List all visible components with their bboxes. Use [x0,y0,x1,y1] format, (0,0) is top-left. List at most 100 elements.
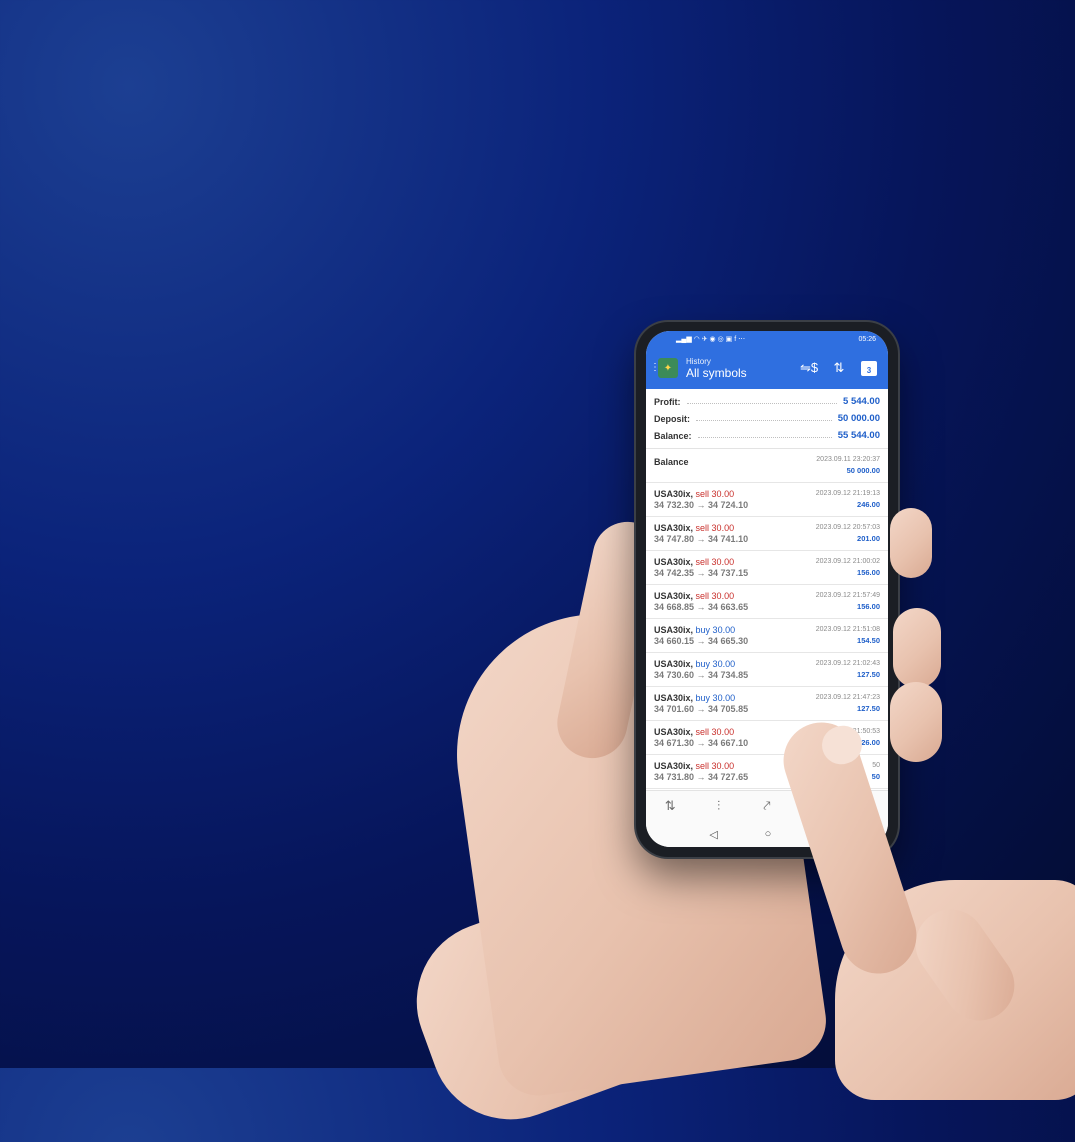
balance-entry-label: Balance [654,456,689,467]
deal-side: buy 30.00 [695,693,736,703]
left-finger-2 [893,608,941,688]
deal-right: 2023.09.12 21:00:02 156.00 [816,551,880,584]
summary-label: Profit: [654,396,681,407]
deal-side: sell 30.00 [695,557,735,567]
deal-profit: 127.50 [857,670,880,679]
deal-symbol-name: USA30ix, [654,523,694,533]
summary-profit: Profit: 5 544.00 [654,393,880,410]
deal-symbol: USA30ix, buy 30.00 [654,693,748,703]
home-icon[interactable]: ○ [765,828,772,840]
deal-side: sell 30.00 [695,489,735,499]
deal-side: sell 30.00 [695,727,735,737]
summary-balance: Balance: 55 544.00 [654,427,880,444]
app-logo-icon: ✦ [658,358,678,378]
deal-prices: 34 730.60 → 34 734.85 [654,670,749,680]
balance-entry-amount: 50 000.00 [846,466,880,475]
history-summary: Profit: 5 544.00 Deposit: 50 000.00 Bala… [646,389,888,449]
scene: ▂▄▆ ◠ ✈ ◉ ◎ ▣ f ⋯ 05:26 ⋮ ✦ History All … [0,0,1075,1142]
deal-prices: 34 731.80 → 34 727.65 [654,772,749,782]
trade-tab[interactable]: ⤤ [752,794,782,818]
deal-symbol: USA30ix, sell 30.00 [654,591,748,601]
deal-symbol-name: USA30ix, [654,489,694,499]
deal-right: 2023.09.12 21:02:43 127.50 [816,653,880,686]
status-icons: ▂▄▆ ◠ ✈ ◉ ◎ ▣ f ⋯ [676,336,746,343]
deal-symbol-name: USA30ix, [654,659,694,669]
app-bar: ⋮ ✦ History All symbols ⇋$ ⇅ 3 [646,347,888,389]
deal-side: buy 30.00 [695,625,736,635]
chart-tab[interactable]: ⫶ [704,794,734,818]
deal-right: 2023.09.12 21:47:23 127.50 [816,687,880,720]
deal-right: 2023.09.12 21:19:13 246.00 [816,483,880,516]
status-bar: ▂▄▆ ◠ ✈ ◉ ◎ ▣ f ⋯ 05:26 [646,331,888,347]
deal-left: USA30ix, sell 30.00 34 668.85 → 34 663.65 [654,585,748,618]
menu-icon[interactable]: ⋮ [650,363,660,373]
deal-row[interactable]: USA30ix, buy 30.00 34 660.15 → 34 665.30 2… [646,619,888,653]
deal-row[interactable]: USA30ix, sell 30.00 34 732.30 → 34 724.10… [646,483,888,517]
calendar-icon: 3 [861,360,877,376]
deal-prices: 34 732.30 → 34 724.10 [654,500,749,510]
quotes-tab[interactable]: ⇅ [655,794,685,818]
deal-symbol: USA30ix, buy 30.00 [654,625,748,635]
deal-profit: 201.00 [857,534,880,543]
deal-profit: 50 [871,772,880,781]
back-icon[interactable]: ◁ [709,828,717,841]
deal-side: sell 30.00 [695,591,735,601]
deal-profit: 154.50 [857,636,880,645]
balance-entry[interactable]: Balance 2023.09.11 23:20:37 50 000.00 [646,449,888,483]
deal-profit: 127.50 [857,704,880,713]
deal-left: USA30ix, sell 30.00 34 742.35 → 34 737.15 [654,551,748,584]
deal-profit: 156.00 [857,568,880,577]
deal-row[interactable]: USA30ix, buy 30.00 34 730.60 → 34 734.85 2… [646,653,888,687]
summary-value: 50 000.00 [837,413,880,424]
deal-left: USA30ix, sell 30.00 34 732.30 → 34 724.10 [654,483,748,516]
deal-prices: 34 747.80 → 34 741.10 [654,534,749,544]
deal-time: 50 [872,762,880,769]
deal-row[interactable]: USA30ix, sell 30.00 34 668.85 → 34 663.65… [646,585,888,619]
deal-symbol-name: USA30ix, [654,591,694,601]
left-finger-3 [890,682,942,762]
deal-side: buy 30.00 [695,659,736,669]
deal-row[interactable]: USA30ix, sell 30.00 34 742.35 → 34 737.15… [646,551,888,585]
deal-time: 2023.09.12 21:02:43 [815,660,880,667]
dollar-exchange-icon[interactable]: ⇋$ [798,357,820,379]
deal-time: 2023.09.12 21:57:49 [815,592,880,599]
deal-left: USA30ix, sell 30.00 34 731.80 → 34 727.65 [654,755,748,788]
deal-symbol: USA30ix, buy 30.00 [654,659,748,669]
summary-deposit: Deposit: 50 000.00 [654,410,880,427]
deal-symbol: USA30ix, sell 30.00 [654,557,748,567]
deal-side: sell 30.00 [695,761,735,771]
dotted-leader [697,437,832,438]
deal-profit: 246.00 [857,500,880,509]
screen-title: All symbols [686,365,747,380]
calendar-button[interactable]: 3 [858,357,880,379]
deal-right: 2023.09.12 20:57:03 201.00 [816,517,880,550]
deal-right: 2023.09.12 21:57:49 156.00 [816,585,880,618]
deal-row[interactable]: USA30ix, sell 30.00 34 747.80 → 34 741.10… [646,517,888,551]
deal-symbol-name: USA30ix, [654,625,694,635]
deal-symbol-name: USA30ix, [654,727,694,737]
deal-symbol: USA30ix, sell 30.00 [654,489,748,499]
dotted-leader [696,420,832,421]
sort-arrows-icon[interactable]: ⇅ [828,357,850,379]
deal-right: 2023.09.12 21:51:08 154.50 [816,619,880,652]
deal-symbol-name: USA30ix, [654,761,694,771]
deal-symbol: USA30ix, sell 30.00 [654,727,748,737]
deal-left: USA30ix, buy 30.00 34 701.60 → 34 705.85 [654,687,748,720]
deal-symbol: USA30ix, sell 30.00 [654,761,748,771]
deal-left: USA30ix, buy 30.00 34 660.15 → 34 665.30 [654,619,748,652]
deal-prices: 34 742.35 → 34 737.15 [654,568,749,578]
deal-symbol-name: USA30ix, [654,557,694,567]
app-bar-titles[interactable]: History All symbols [686,357,790,380]
deal-left: USA30ix, buy 30.00 34 730.60 → 34 734.85 [654,653,748,686]
balance-entry-time: 2023.09.11 23:20:37 [816,456,880,463]
deal-right: 50 50 [872,755,880,788]
deal-time: 2023.09.12 20:57:03 [815,524,880,531]
dotted-leader [686,403,838,404]
deal-time: 2023.09.12 21:19:13 [815,490,880,497]
deal-symbol-name: USA30ix, [654,693,694,703]
summary-label: Deposit: [654,413,690,424]
deal-symbol: USA30ix, sell 30.00 [654,523,748,533]
deal-left: USA30ix, sell 30.00 34 747.80 → 34 741.10 [654,517,748,550]
deal-row[interactable]: USA30ix, buy 30.00 34 701.60 → 34 705.85 2… [646,687,888,721]
deal-profit: 156.00 [857,602,880,611]
